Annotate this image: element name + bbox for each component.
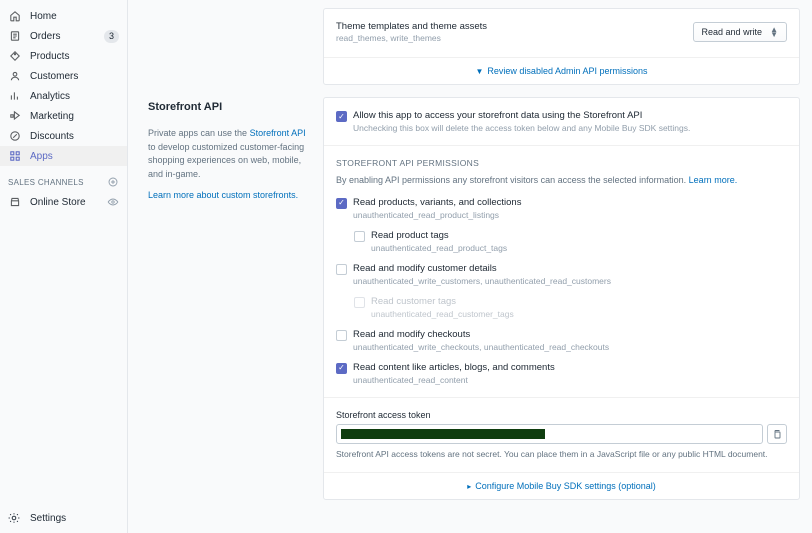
storefront-api-card: Allow this app to access your storefront… <box>323 97 800 500</box>
analytics-icon <box>8 89 22 103</box>
permissions-list: Read products, variants, and collections… <box>336 197 787 385</box>
storefront-api-link[interactable]: Storefront API <box>250 128 306 138</box>
perm-read-product-tags: Read product tags unauthenticated_read_p… <box>354 230 787 253</box>
nav-label: Customers <box>30 71 78 82</box>
permissions-section-title: STOREFRONT API PERMISSIONS <box>336 158 787 168</box>
perm-modify-customers: Read and modify customer details unauthe… <box>336 263 787 286</box>
perm-sub: unauthenticated_read_customer_tags <box>371 309 514 319</box>
theme-title: Theme templates and theme assets <box>336 21 487 32</box>
perm-read-customer-tags: Read customer tags unauthenticated_read_… <box>354 296 787 319</box>
perm-label: Read and modify customer details <box>353 263 611 274</box>
products-icon <box>8 49 22 63</box>
main: Storefront API Private apps can use the … <box>128 0 812 533</box>
nav-home[interactable]: Home <box>0 6 127 26</box>
perm-read-product-tags-checkbox[interactable] <box>354 231 365 242</box>
nav-label: Home <box>30 11 57 22</box>
perm-label: Read product tags <box>371 230 507 241</box>
section-label: SALES CHANNELS <box>8 178 84 187</box>
caret-right-icon: ▸ <box>467 482 471 491</box>
allow-storefront-label: Allow this app to access your storefront… <box>353 110 690 121</box>
copy-icon <box>772 429 782 439</box>
perm-modify-checkouts-checkbox[interactable] <box>336 330 347 341</box>
settings-label: Settings <box>30 513 66 524</box>
nav-label: Online Store <box>30 197 86 208</box>
orders-icon <box>8 29 22 43</box>
token-note: Storefront API access tokens are not sec… <box>336 449 787 461</box>
nav-label: Orders <box>30 31 61 42</box>
perm-modify-checkouts: Read and modify checkouts unauthenticate… <box>336 329 787 352</box>
store-icon <box>8 195 22 209</box>
gear-icon <box>8 511 22 525</box>
theme-permission-select[interactable]: Read and write ▲▼ <box>693 22 787 42</box>
learn-more-link[interactable]: Learn more. <box>689 175 738 185</box>
review-disabled-permissions-link[interactable]: ▼Review disabled Admin API permissions <box>324 57 799 84</box>
configure-mobile-sdk-link[interactable]: ▸Configure Mobile Buy SDK settings (opti… <box>324 472 799 499</box>
perm-label: Read content like articles, blogs, and c… <box>353 362 555 373</box>
view-store-icon[interactable] <box>107 196 119 208</box>
content-column: Theme templates and theme assets read_th… <box>323 0 800 533</box>
allow-storefront-sub: Unchecking this box will delete the acce… <box>353 123 690 133</box>
nav-analytics[interactable]: Analytics <box>0 86 127 106</box>
customers-icon <box>8 69 22 83</box>
nav-label: Analytics <box>30 91 70 102</box>
storefront-api-title: Storefront API <box>148 101 309 113</box>
learn-custom-storefronts-link[interactable]: Learn more about custom storefronts. <box>148 190 298 200</box>
token-redacted <box>341 429 545 439</box>
perm-read-content: Read content like articles, blogs, and c… <box>336 362 787 385</box>
perm-sub: unauthenticated_read_content <box>353 375 555 385</box>
admin-api-card: Theme templates and theme assets read_th… <box>323 8 800 85</box>
select-chevron-icon: ▲▼ <box>770 27 778 37</box>
nav-online-store[interactable]: Online Store <box>0 192 127 212</box>
perm-sub: unauthenticated_read_product_tags <box>371 243 507 253</box>
home-icon <box>8 9 22 23</box>
perm-read-content-checkbox[interactable] <box>336 363 347 374</box>
nav-settings[interactable]: Settings <box>0 503 127 533</box>
perm-modify-customers-checkbox[interactable] <box>336 264 347 275</box>
description-column: Storefront API Private apps can use the … <box>148 0 323 533</box>
select-value: Read and write <box>702 27 763 37</box>
discounts-icon <box>8 129 22 143</box>
perm-sub: unauthenticated_write_customers, unauthe… <box>353 276 611 286</box>
nav-list: Home Orders 3 Products Customers Analyti… <box>0 0 127 212</box>
perm-label: Read customer tags <box>371 296 514 307</box>
access-token-label: Storefront access token <box>336 410 787 420</box>
perm-read-products: Read products, variants, and collections… <box>336 197 787 220</box>
nav-label: Marketing <box>30 111 74 122</box>
access-token-input[interactable] <box>336 424 763 444</box>
nav-marketing[interactable]: Marketing <box>0 106 127 126</box>
caret-down-icon: ▼ <box>476 67 484 76</box>
perm-label: Read products, variants, and collections <box>353 197 521 208</box>
perm-sub: unauthenticated_write_checkouts, unauthe… <box>353 342 609 352</box>
add-channel-icon[interactable] <box>107 176 119 188</box>
allow-storefront-checkbox[interactable] <box>336 111 347 122</box>
nav-orders[interactable]: Orders 3 <box>0 26 127 46</box>
marketing-icon <box>8 109 22 123</box>
theme-subtitle: read_themes, write_themes <box>336 33 487 43</box>
perm-read-customer-tags-checkbox <box>354 297 365 308</box>
perm-read-products-checkbox[interactable] <box>336 198 347 209</box>
nav-label: Products <box>30 51 69 62</box>
storefront-api-description: Private apps can use the Storefront API … <box>148 127 309 181</box>
nav-label: Discounts <box>30 131 74 142</box>
nav-customers[interactable]: Customers <box>0 66 127 86</box>
nav-section-sales-channels: SALES CHANNELS <box>0 166 127 192</box>
nav-apps[interactable]: Apps <box>0 146 127 166</box>
nav-discounts[interactable]: Discounts <box>0 126 127 146</box>
nav-products[interactable]: Products <box>0 46 127 66</box>
copy-token-button[interactable] <box>767 424 787 444</box>
apps-icon <box>8 149 22 163</box>
sidebar: Home Orders 3 Products Customers Analyti… <box>0 0 128 533</box>
theme-permission-row: Theme templates and theme assets read_th… <box>336 21 787 53</box>
permissions-section-desc: By enabling API permissions any storefro… <box>336 174 787 187</box>
nav-label: Apps <box>30 151 53 162</box>
orders-badge: 3 <box>104 30 119 43</box>
perm-label: Read and modify checkouts <box>353 329 609 340</box>
perm-sub: unauthenticated_read_product_listings <box>353 210 521 220</box>
